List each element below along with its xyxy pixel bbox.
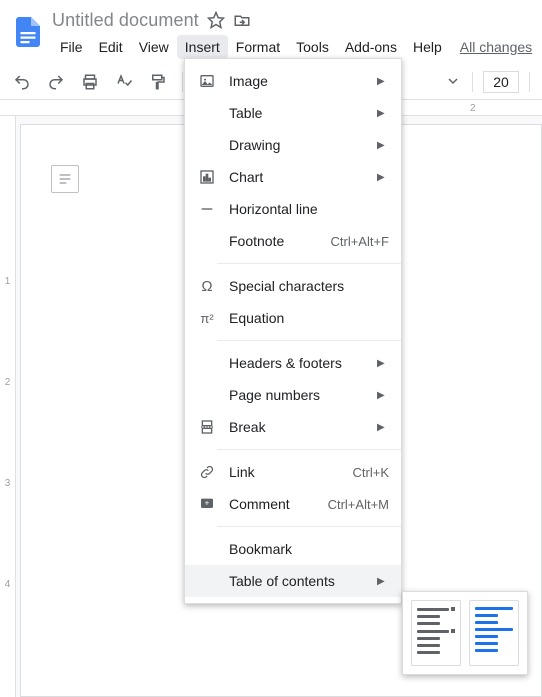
toc-submenu [402, 591, 528, 675]
menu-item-horizontal-line[interactable]: Horizontal line [185, 193, 401, 225]
menu-label: Headers & footers [229, 355, 369, 371]
menu-label: Break [229, 419, 369, 435]
submenu-arrow-icon: ▶ [377, 576, 389, 587]
menu-item-headers-footers[interactable]: Headers & footers ▶ [185, 347, 401, 379]
menu-label: Table [229, 105, 369, 121]
submenu-arrow-icon: ▶ [377, 108, 389, 119]
app-header: Untitled document File Edit View Insert … [0, 0, 542, 64]
menu-item-page-numbers[interactable]: Page numbers ▶ [185, 379, 401, 411]
menu-label: Footnote [229, 233, 322, 249]
toc-style-numbered[interactable] [411, 600, 461, 666]
menu-view[interactable]: View [131, 35, 177, 59]
submenu-arrow-icon: ▶ [377, 76, 389, 87]
menu-label: Horizontal line [229, 201, 389, 217]
submenu-arrow-icon: ▶ [377, 390, 389, 401]
shortcut-label: Ctrl+Alt+F [330, 234, 389, 249]
menu-label: Comment [229, 496, 320, 512]
insert-menu: Image ▶ Table ▶ Drawing ▶ Chart ▶ Horizo… [184, 58, 402, 604]
menu-label: Image [229, 73, 369, 89]
font-size-input[interactable] [483, 71, 519, 93]
menu-label: Table of contents [229, 573, 369, 589]
print-button[interactable] [76, 68, 104, 96]
menu-item-break[interactable]: Break ▶ [185, 411, 401, 443]
menu-item-comment[interactable]: + Comment Ctrl+Alt+M [185, 488, 401, 520]
shortcut-label: Ctrl+Alt+M [328, 497, 389, 512]
ruler-tick: 3 [5, 478, 11, 489]
menu-label: Bookmark [229, 541, 389, 557]
menu-item-equation[interactable]: π² Equation [185, 302, 401, 334]
toolbar-separator [472, 72, 473, 92]
omega-icon: Ω [197, 278, 217, 295]
paint-format-button[interactable] [144, 68, 172, 96]
menu-addons[interactable]: Add-ons [337, 35, 405, 59]
menu-label: Link [229, 464, 345, 480]
spellcheck-button[interactable] [110, 68, 138, 96]
menu-file[interactable]: File [52, 35, 91, 59]
styles-dropdown[interactable] [422, 70, 462, 94]
ruler-tick: 1 [5, 276, 11, 287]
menu-item-link[interactable]: Link Ctrl+K [185, 456, 401, 488]
redo-button[interactable] [42, 68, 70, 96]
menu-item-footnote[interactable]: Footnote Ctrl+Alt+F [185, 225, 401, 257]
submenu-arrow-icon: ▶ [377, 358, 389, 369]
image-icon [197, 73, 217, 89]
menu-label: Chart [229, 169, 369, 185]
ruler-tick: 4 [5, 579, 11, 590]
menu-item-special-characters[interactable]: Ω Special characters [185, 270, 401, 302]
menu-separator [217, 526, 401, 527]
move-icon[interactable] [233, 11, 251, 29]
ruler-tick: 2 [5, 377, 11, 388]
submenu-arrow-icon: ▶ [377, 172, 389, 183]
toc-style-links[interactable] [469, 600, 519, 666]
comment-icon: + [197, 496, 217, 512]
menu-tools[interactable]: Tools [288, 35, 337, 59]
link-icon [197, 464, 217, 480]
shortcut-label: Ctrl+K [353, 465, 389, 480]
submenu-arrow-icon: ▶ [377, 140, 389, 151]
menu-separator [217, 449, 401, 450]
chart-icon [197, 169, 217, 185]
menu-label: Special characters [229, 278, 389, 294]
undo-button[interactable] [8, 68, 36, 96]
menu-insert[interactable]: Insert [177, 35, 228, 59]
submenu-arrow-icon: ▶ [377, 422, 389, 433]
menu-item-drawing[interactable]: Drawing ▶ [185, 129, 401, 161]
menu-separator [217, 340, 401, 341]
menu-label: Equation [229, 310, 389, 326]
menu-item-table[interactable]: Table ▶ [185, 97, 401, 129]
menu-edit[interactable]: Edit [91, 35, 131, 59]
toolbar-separator [182, 72, 183, 92]
menu-help[interactable]: Help [405, 35, 450, 59]
menu-format[interactable]: Format [228, 35, 288, 59]
all-changes-link[interactable]: All changes [460, 39, 532, 55]
menu-item-chart[interactable]: Chart ▶ [185, 161, 401, 193]
menu-item-table-of-contents[interactable]: Table of contents ▶ [185, 565, 401, 597]
vertical-ruler[interactable]: 1 2 3 4 [0, 116, 16, 697]
menubar: File Edit View Insert Format Tools Add-o… [52, 34, 532, 60]
pi-icon: π² [197, 311, 217, 326]
menu-item-image[interactable]: Image ▶ [185, 65, 401, 97]
ruler-tick: 2 [470, 103, 476, 114]
docs-logo[interactable] [8, 8, 48, 56]
horizontal-line-icon [197, 201, 217, 217]
star-icon[interactable] [207, 11, 225, 29]
outline-icon[interactable] [51, 165, 79, 193]
page-break-icon [197, 419, 217, 435]
menu-item-bookmark[interactable]: Bookmark [185, 533, 401, 565]
menu-separator [217, 263, 401, 264]
title-area: Untitled document File Edit View Insert … [52, 8, 532, 60]
menu-label: Page numbers [229, 387, 369, 403]
doc-title[interactable]: Untitled document [52, 10, 199, 31]
menu-label: Drawing [229, 137, 369, 153]
svg-text:+: + [205, 498, 210, 507]
toolbar-separator [529, 72, 530, 92]
